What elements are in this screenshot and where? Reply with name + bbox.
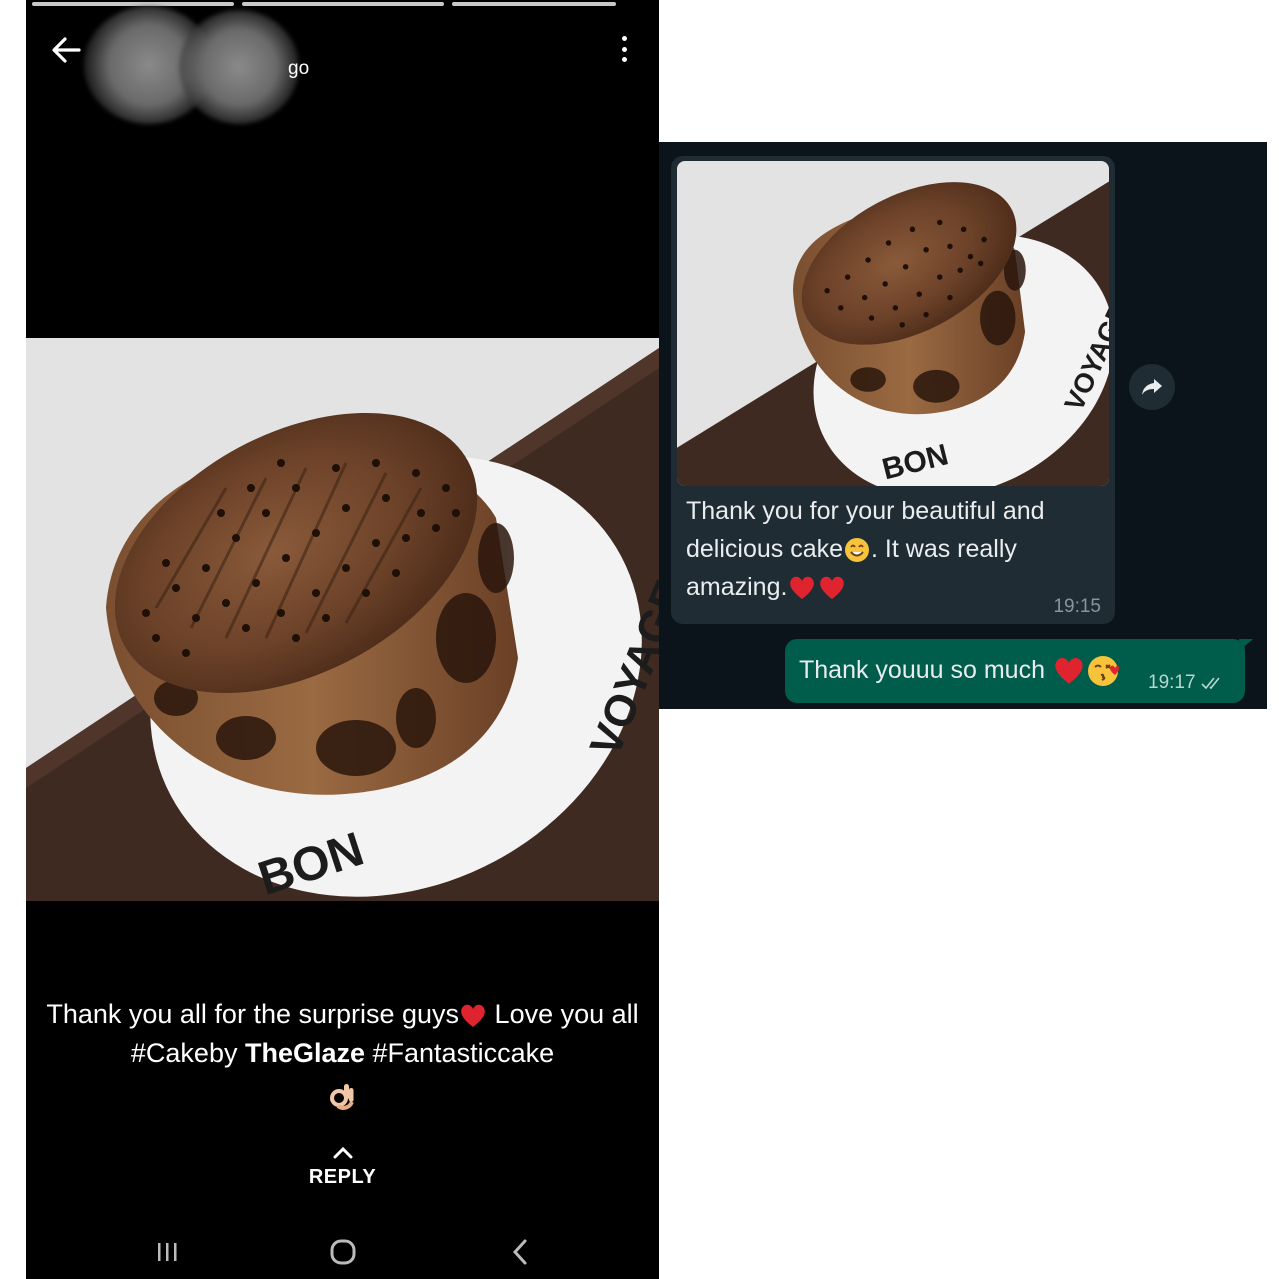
outgoing-timestamp: 19:17 bbox=[1148, 672, 1196, 693]
ok-hand-icon bbox=[329, 1084, 354, 1110]
status-progress-bar-3 bbox=[452, 2, 616, 6]
chat-conversation: BON VOYAGE ! Thank you for your beautifu… bbox=[659, 142, 1267, 709]
status-caption: Thank you all for the surprise guys Love… bbox=[40, 995, 645, 1073]
status-cake-photo: BON VOYAGE ! bbox=[26, 338, 659, 901]
incoming-message-bubble[interactable]: BON VOYAGE ! Thank you for your beautifu… bbox=[671, 156, 1115, 624]
forward-button[interactable] bbox=[1129, 364, 1175, 410]
recent-apps-button[interactable] bbox=[147, 1232, 187, 1272]
red-heart-icon bbox=[820, 577, 845, 600]
incoming-timestamp: 19:15 bbox=[1053, 596, 1101, 617]
incoming-line-1: Thank you for your beautiful and bbox=[686, 497, 1045, 525]
double-check-icon bbox=[1201, 677, 1220, 690]
red-heart-icon bbox=[1055, 658, 1083, 685]
nav-back-icon bbox=[512, 1239, 527, 1265]
caption-brand: TheGlaze bbox=[244, 1038, 366, 1068]
ok-hand-emoji bbox=[26, 1080, 659, 1115]
kissing-face-icon bbox=[1087, 656, 1120, 687]
reply-button[interactable]: REPLY bbox=[26, 1145, 659, 1189]
home-button[interactable] bbox=[323, 1232, 363, 1272]
reply-label: REPLY bbox=[308, 1166, 377, 1188]
status-viewer: go BON VOYAGE ! Thank you all for the su… bbox=[26, 0, 659, 1279]
caption-text-1: Thank you all for the surprise guys bbox=[46, 999, 460, 1029]
chevron-up-icon bbox=[333, 1146, 352, 1159]
outgoing-message-text: Thank youuu so much bbox=[799, 652, 1122, 689]
red-heart-icon bbox=[790, 577, 815, 600]
more-options-button[interactable] bbox=[614, 32, 634, 66]
red-heart-icon bbox=[461, 1004, 485, 1027]
incoming-line-2a: delicious cake bbox=[686, 535, 844, 563]
back-arrow-icon bbox=[52, 37, 81, 63]
incoming-message-text: Thank you for your beautiful and delicio… bbox=[686, 492, 1086, 606]
incoming-line-3: amazing. bbox=[686, 573, 788, 601]
recent-apps-icon bbox=[158, 1243, 177, 1261]
blurred-contact-avatar[interactable] bbox=[84, 6, 314, 124]
smiling-face-icon bbox=[845, 538, 870, 563]
outgoing-message-bubble[interactable]: Thank youuu so much 19:17 bbox=[785, 639, 1245, 703]
share-forward-icon bbox=[1142, 379, 1162, 395]
status-time-ago: go bbox=[288, 58, 310, 79]
outgoing-status: 19:17 bbox=[1148, 672, 1225, 694]
home-icon bbox=[330, 1239, 356, 1265]
incoming-line-2b: . It was really bbox=[871, 535, 1017, 563]
more-vertical-icon bbox=[621, 36, 627, 41]
chat-cake-photo[interactable]: BON VOYAGE ! bbox=[677, 161, 1109, 486]
outgoing-text: Thank youuu so much bbox=[799, 656, 1045, 684]
nav-back-button[interactable] bbox=[500, 1232, 540, 1272]
back-button[interactable] bbox=[46, 30, 86, 70]
caption-text-3: #Fantasticcake bbox=[365, 1038, 555, 1068]
